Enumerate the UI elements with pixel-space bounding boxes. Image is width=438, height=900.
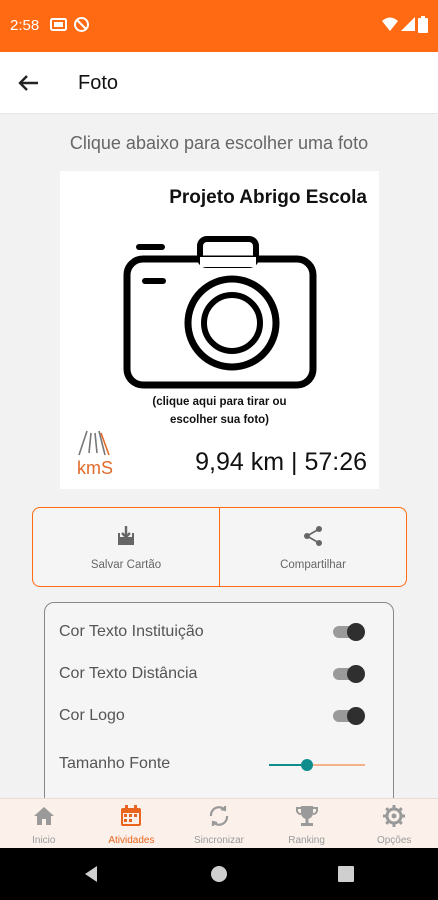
- bottom-nav: Inicio Atividades Sincronizar Ranking Op…: [0, 798, 438, 848]
- kms-logo-text: kmS: [77, 458, 113, 478]
- save-card-button[interactable]: Salvar Cartão: [33, 508, 219, 586]
- download-icon: [118, 526, 134, 545]
- nav-label: Ranking: [288, 835, 325, 846]
- app-bar: Foto: [0, 52, 438, 114]
- sync-icon: [209, 806, 229, 826]
- share-button[interactable]: Compartilhar: [219, 508, 406, 586]
- toggle-text-institution[interactable]: [333, 623, 365, 641]
- nav-label: Inicio: [32, 835, 56, 846]
- setting-label: Tamanho Fonte: [59, 755, 171, 772]
- home-icon: [33, 807, 54, 825]
- status-bar: 2:58: [0, 0, 438, 52]
- setting-row-text-institution: Cor Texto Instituição: [59, 617, 379, 647]
- gear-icon: [383, 805, 406, 827]
- system-recents-icon[interactable]: [336, 864, 356, 884]
- font-size-slider[interactable]: [269, 755, 365, 775]
- card-institution: Projeto Abrigo Escola: [169, 187, 367, 208]
- share-icon: [304, 526, 322, 546]
- back-arrow-icon[interactable]: [14, 68, 44, 98]
- toggle-logo[interactable]: [333, 707, 365, 725]
- toggle-text-distance[interactable]: [333, 665, 365, 683]
- page-title: Foto: [78, 72, 119, 94]
- trophy-icon: [295, 806, 318, 826]
- gallery-icon: [50, 18, 67, 31]
- setting-row-font-size: Tamanho Fonte: [59, 749, 379, 779]
- setting-row-logo: Cor Logo: [59, 701, 379, 731]
- camera-icon[interactable]: [120, 231, 320, 391]
- photo-card[interactable]: Projeto Abrigo Escola (clique aqui para …: [60, 171, 379, 489]
- slider-thumb[interactable]: [301, 759, 313, 771]
- nav-item-sincronizar[interactable]: Sincronizar: [175, 799, 263, 848]
- save-card-label: Salvar Cartão: [90, 559, 162, 571]
- nav-label: Opções: [376, 835, 412, 846]
- nav-item-ranking[interactable]: Ranking: [263, 799, 351, 848]
- nav-label: Atividades: [108, 835, 155, 846]
- wifi-icon: [382, 17, 398, 31]
- setting-label: Cor Logo: [59, 707, 125, 724]
- setting-row-text-distance: Cor Texto Distância: [59, 659, 379, 689]
- nav-item-atividades[interactable]: Atividades: [88, 799, 176, 848]
- system-home-icon[interactable]: [209, 864, 229, 884]
- settings-panel: Cor Texto Instituição Cor Texto Distânci…: [44, 602, 394, 812]
- nav-item-opcoes[interactable]: Opções: [350, 799, 438, 848]
- card-actions: Salvar Cartão Compartilhar: [32, 507, 407, 587]
- setting-label: Cor Texto Distância: [59, 665, 198, 682]
- card-hint-line1: (clique aqui para tirar ou: [152, 396, 287, 408]
- battery-icon: [418, 16, 428, 33]
- share-label: Compartilhar: [280, 559, 346, 571]
- calendar-icon: [121, 805, 142, 826]
- setting-label: Cor Texto Instituição: [59, 623, 204, 640]
- nav-label: Sincronizar: [193, 835, 244, 846]
- blocked-icon: [74, 17, 89, 32]
- nav-item-inicio[interactable]: Inicio: [0, 799, 88, 848]
- system-back-icon[interactable]: [82, 864, 102, 884]
- instruction-text: Clique abaixo para escolher uma foto: [69, 133, 369, 153]
- system-nav-bar: [0, 848, 438, 900]
- signal-icon: [401, 17, 415, 31]
- status-time: 2:58: [10, 17, 40, 34]
- card-stats: 9,94 km | 57:26: [195, 448, 367, 476]
